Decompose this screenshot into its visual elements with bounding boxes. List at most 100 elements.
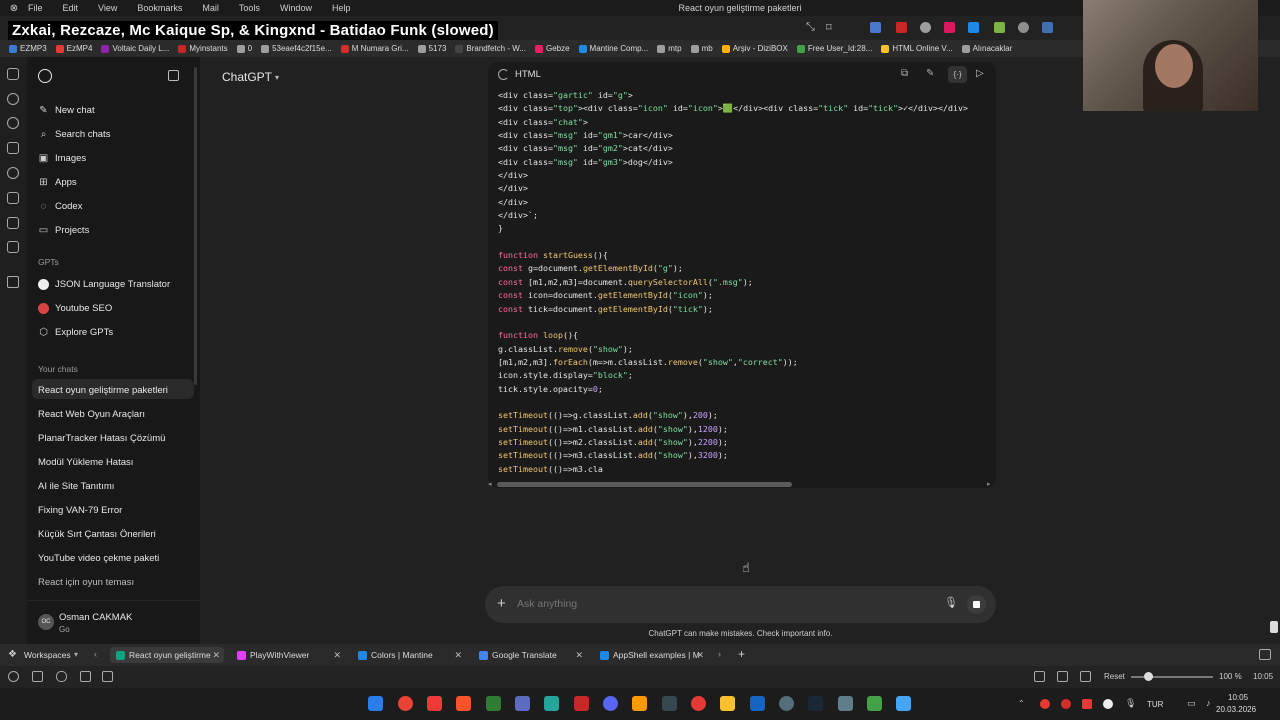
bookmark-item[interactable]: Myinstants xyxy=(178,44,228,53)
chat-item[interactable]: Modül Yükleme Hatası xyxy=(38,457,193,468)
history-icon[interactable] xyxy=(7,117,19,129)
menu-window[interactable]: Window xyxy=(280,3,312,13)
sidebar-item-codex[interactable]: ◌ Codex xyxy=(38,201,83,212)
discord-icon[interactable] xyxy=(603,696,618,711)
download-icon[interactable] xyxy=(7,93,19,105)
vivaldi-icon[interactable] xyxy=(427,696,442,711)
menu-view[interactable]: View xyxy=(98,3,117,13)
tray-icon[interactable] xyxy=(1082,699,1092,709)
menu-tools[interactable]: Tools xyxy=(239,3,260,13)
capture-icon[interactable] xyxy=(1034,671,1045,682)
sidebar-item-new-chat[interactable]: ✎ New chat xyxy=(38,105,94,116)
shield-icon[interactable] xyxy=(920,22,931,33)
ext-blue-icon[interactable] xyxy=(968,22,979,33)
filezilla-icon[interactable] xyxy=(574,696,589,711)
reader-icon[interactable]: ⤡ xyxy=(806,21,815,34)
tab-scroll-right-icon[interactable]: › xyxy=(718,649,721,659)
app3-icon[interactable] xyxy=(838,696,853,711)
ext-red-icon[interactable] xyxy=(896,22,907,33)
bookmark-item[interactable]: Brandfetch - W... xyxy=(455,44,526,53)
brave-icon[interactable] xyxy=(456,696,471,711)
tab-close-icon[interactable]: ✕ xyxy=(212,650,220,661)
user-menu[interactable]: OC Osman CAKMAK Go xyxy=(27,600,200,644)
app4-icon[interactable] xyxy=(867,696,882,711)
translate-icon[interactable] xyxy=(7,167,19,179)
bookmark-item[interactable]: HTML Online V... xyxy=(881,44,953,53)
chat-item[interactable]: React oyun geliştirme paketleri xyxy=(38,385,193,396)
menu-edit[interactable]: Edit xyxy=(63,3,79,13)
bookmark-item[interactable]: EZMP3 xyxy=(9,44,47,53)
run-icon[interactable]: ▷ xyxy=(976,68,984,79)
microphone-icon[interactable]: 🎙 xyxy=(1125,698,1136,709)
terminal-icon[interactable] xyxy=(486,696,501,711)
bookmark-icon[interactable]: ⌑ xyxy=(826,21,832,34)
tray-icon[interactable] xyxy=(1103,699,1113,709)
profile-icon[interactable] xyxy=(1018,22,1029,33)
taskbar-date[interactable]: 20.03.2026 xyxy=(1216,705,1256,714)
outlook-icon[interactable] xyxy=(750,696,765,711)
page-tiling-icon[interactable] xyxy=(1057,671,1068,682)
bookmark-item[interactable]: Alınacaklar xyxy=(961,44,1012,53)
sidebar-gpt-json-translator[interactable]: JSON Language Translator xyxy=(38,279,170,290)
sidebar-explore-gpts[interactable]: ⬡ Explore GPTs xyxy=(38,327,113,338)
code-hscroll-thumb[interactable] xyxy=(497,482,792,487)
reading-list-icon[interactable] xyxy=(7,217,19,229)
browser-logo-icon[interactable]: ⊗ xyxy=(0,3,28,14)
zoom-reset-button[interactable]: Reset xyxy=(1104,672,1125,681)
menu-bookmarks[interactable]: Bookmarks xyxy=(137,3,182,13)
bookmark-item[interactable]: 53eaef4c2f15e... xyxy=(261,44,332,53)
add-attachment-icon[interactable]: + xyxy=(497,595,506,612)
chrome-icon[interactable] xyxy=(398,696,413,711)
chat-item[interactable]: Küçük Sırt Çantası Önerileri xyxy=(38,529,193,540)
chat-item[interactable]: React için oyun teması xyxy=(38,577,193,588)
language-indicator[interactable]: TUR xyxy=(1147,700,1163,709)
sidebar-scrollbar[interactable] xyxy=(194,67,197,385)
sidebar-item-images[interactable]: ▣ Images xyxy=(38,153,86,164)
scroll-left-icon[interactable]: ◂ xyxy=(488,480,492,488)
bookmark-item[interactable]: M Numara Gri... xyxy=(340,44,409,53)
browser-tab[interactable]: Google Translate ✕ xyxy=(473,647,587,663)
menu-mail[interactable]: Mail xyxy=(202,3,219,13)
cloud-icon[interactable] xyxy=(56,671,67,682)
mail-icon[interactable] xyxy=(80,671,91,682)
file-explorer-icon[interactable] xyxy=(720,696,735,711)
scroll-right-icon[interactable]: ▸ xyxy=(987,480,991,488)
steam-icon[interactable] xyxy=(808,696,823,711)
bookmark-item[interactable]: Mantine Comp... xyxy=(578,44,648,53)
tray-icon[interactable] xyxy=(1040,699,1050,709)
stop-button[interactable] xyxy=(967,595,986,614)
page-actions-icon[interactable] xyxy=(1080,671,1091,682)
bookmark-item[interactable]: EzMP4 xyxy=(55,44,92,53)
bookmark-item[interactable]: mb xyxy=(690,44,713,53)
sidebar-item-projects[interactable]: ▭ Projects xyxy=(38,225,90,236)
chat-item[interactable]: Fixing VAN-79 Error xyxy=(38,505,193,516)
chat-item[interactable]: YouTube video çekme paketi xyxy=(38,553,193,564)
sidebar-item-search[interactable]: ⌕ Search chats xyxy=(38,129,111,140)
panel-toggle-icon[interactable] xyxy=(8,671,19,682)
ext-pink-icon[interactable] xyxy=(944,22,955,33)
browser-tab[interactable]: Colors | Mantine ✕ xyxy=(352,647,466,663)
bookmark-panel-icon[interactable] xyxy=(7,68,19,80)
translate-ext-icon[interactable] xyxy=(870,22,881,33)
add-panel-icon[interactable] xyxy=(7,276,19,288)
ext-green-icon[interactable] xyxy=(994,22,1005,33)
sidebar-toggle-icon[interactable] xyxy=(168,70,179,81)
tiling-icon[interactable] xyxy=(32,671,43,682)
record-icon[interactable] xyxy=(691,696,706,711)
sidebar-gpt-youtube-seo[interactable]: Youtube SEO xyxy=(38,303,112,314)
code-view-icon[interactable]: {·} xyxy=(948,66,967,83)
browser-tab[interactable]: React oyun geliştirme ✕ xyxy=(110,647,224,663)
tab-close-icon[interactable]: ✕ xyxy=(454,650,462,661)
bookmark-item[interactable]: Gebze xyxy=(534,44,570,53)
hs-icon[interactable] xyxy=(544,696,559,711)
sidebar-item-apps[interactable]: ⊞ Apps xyxy=(38,177,76,188)
network-icon[interactable]: ▭ xyxy=(1187,698,1196,709)
new-tab-icon[interactable]: + xyxy=(738,647,745,661)
tab-menu-icon[interactable] xyxy=(1259,649,1271,660)
calendar-icon[interactable] xyxy=(102,671,113,682)
workspaces-icon[interactable]: ❖ xyxy=(8,649,17,660)
zoom-slider-thumb[interactable] xyxy=(1144,672,1153,681)
windows-start-icon[interactable] xyxy=(368,696,383,711)
browser-tab[interactable]: PlayWithViewer ✕ xyxy=(231,647,345,663)
model-selector[interactable]: ChatGPT ▾ xyxy=(222,70,279,84)
